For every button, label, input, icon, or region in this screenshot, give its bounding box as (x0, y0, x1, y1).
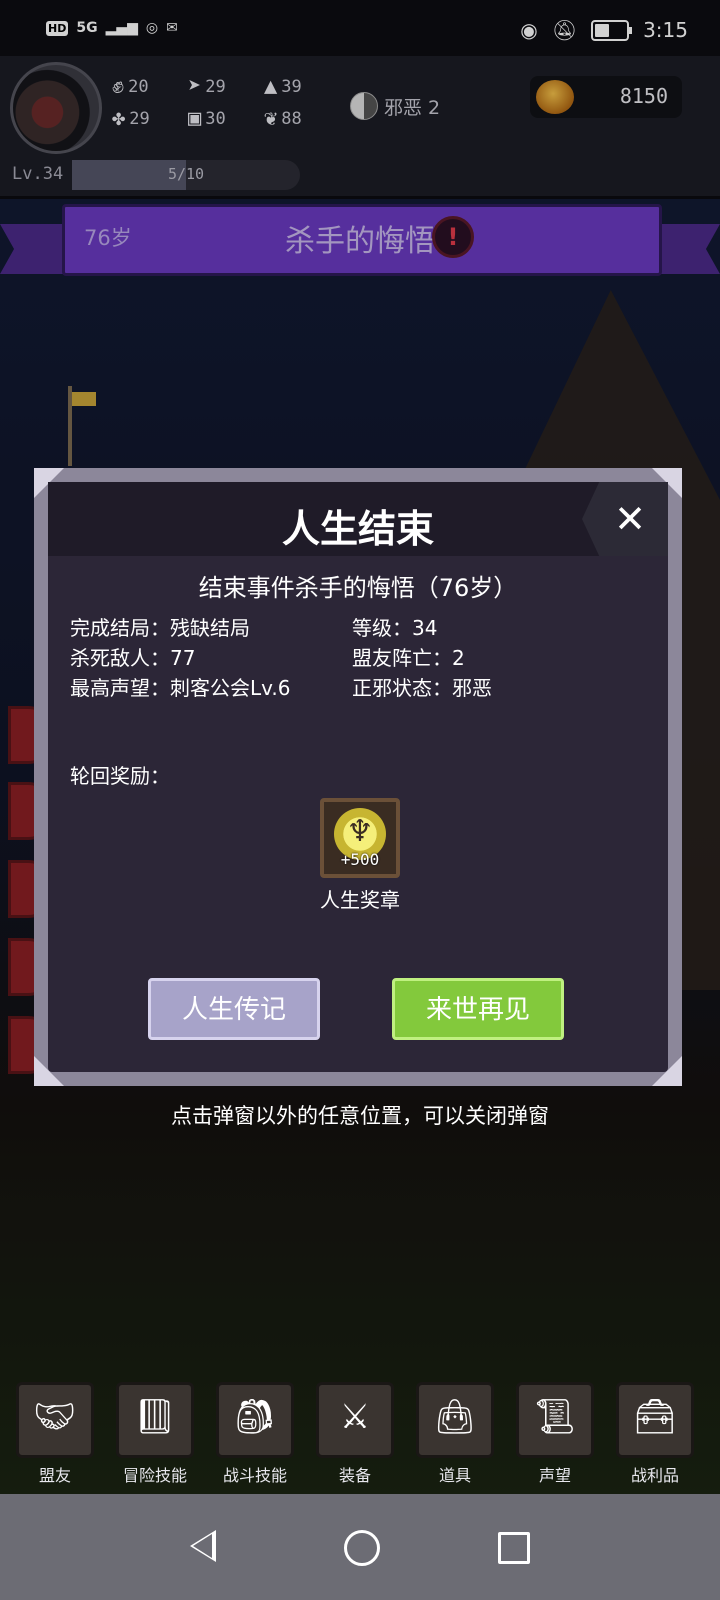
nav-allies[interactable]: 🤝︎ 盟友 (10, 1382, 100, 1492)
nav-combat-skills[interactable]: 🎒︎ 战斗技能 (210, 1382, 300, 1492)
close-button[interactable]: ✕ (582, 482, 668, 556)
reward-label: 轮回奖励： (70, 764, 170, 788)
life-end-dialog: 人生结束 ✕ 结束事件杀手的悔悟（76岁） 完成结局：残缺结局 杀死敌人：77 … (34, 468, 682, 1086)
biography-button[interactable]: 人生传记 (148, 978, 320, 1040)
info-reputation: 最高声望：刺客公会Lv.6 (70, 676, 291, 700)
nav-reputation[interactable]: 📜︎ 声望 (510, 1382, 600, 1492)
nav-adventure-skills[interactable]: 📕︎ 冒险技能 (110, 1382, 200, 1492)
back-icon[interactable] (190, 1530, 216, 1562)
dialog-subtitle: 结束事件杀手的悔悟（76岁） (198, 574, 518, 602)
backpack-icon: 🎒︎ (233, 1397, 277, 1437)
nav-loot[interactable]: 🧰︎ 战利品 (610, 1382, 700, 1492)
scroll-icon: 📜︎ (533, 1397, 577, 1437)
next-life-button[interactable]: 来世再见 (392, 978, 564, 1040)
home-icon[interactable] (344, 1530, 380, 1566)
close-icon: ✕ (614, 497, 646, 541)
reward-name: 人生奖章 (320, 888, 400, 912)
recent-apps-icon[interactable] (498, 1532, 530, 1564)
satchel-icon: 👜︎ (433, 1397, 477, 1437)
close-hint: 点击弹窗以外的任意位置，可以关闭弹窗 (171, 1104, 549, 1128)
book-icon: 📕︎ (133, 1397, 177, 1437)
bottom-nav: 🤝︎ 盟友 📕︎ 冒险技能 🎒︎ 战斗技能 ⚔ 装备 👜︎ 道具 📜︎ 声望 🧰… (0, 1374, 720, 1494)
dialog-title: 人生结束 (281, 507, 434, 551)
treasure-chest-icon: 🧰︎ (633, 1397, 677, 1437)
info-alignment: 正邪状态：邪恶 (352, 676, 492, 700)
nav-equipment[interactable]: ⚔ 装备 (310, 1382, 400, 1492)
info-allies-lost: 盟友阵亡：2 (352, 646, 465, 670)
nav-items[interactable]: 👜︎ 道具 (410, 1382, 500, 1492)
info-level: 等级：34 (352, 616, 438, 640)
system-nav-bar (0, 1494, 720, 1600)
handshake-icon: 🤝︎ (33, 1397, 77, 1437)
crossed-swords-icon: ⚔ (339, 1397, 371, 1437)
dialog-header: 人生结束 ✕ (48, 482, 668, 556)
info-kills: 杀死敌人：77 (70, 646, 196, 670)
info-ending: 完成结局：残缺结局 (70, 616, 250, 640)
reward-amount: +500 (340, 850, 380, 869)
reward-item[interactable]: ♆ +500 (320, 798, 400, 878)
